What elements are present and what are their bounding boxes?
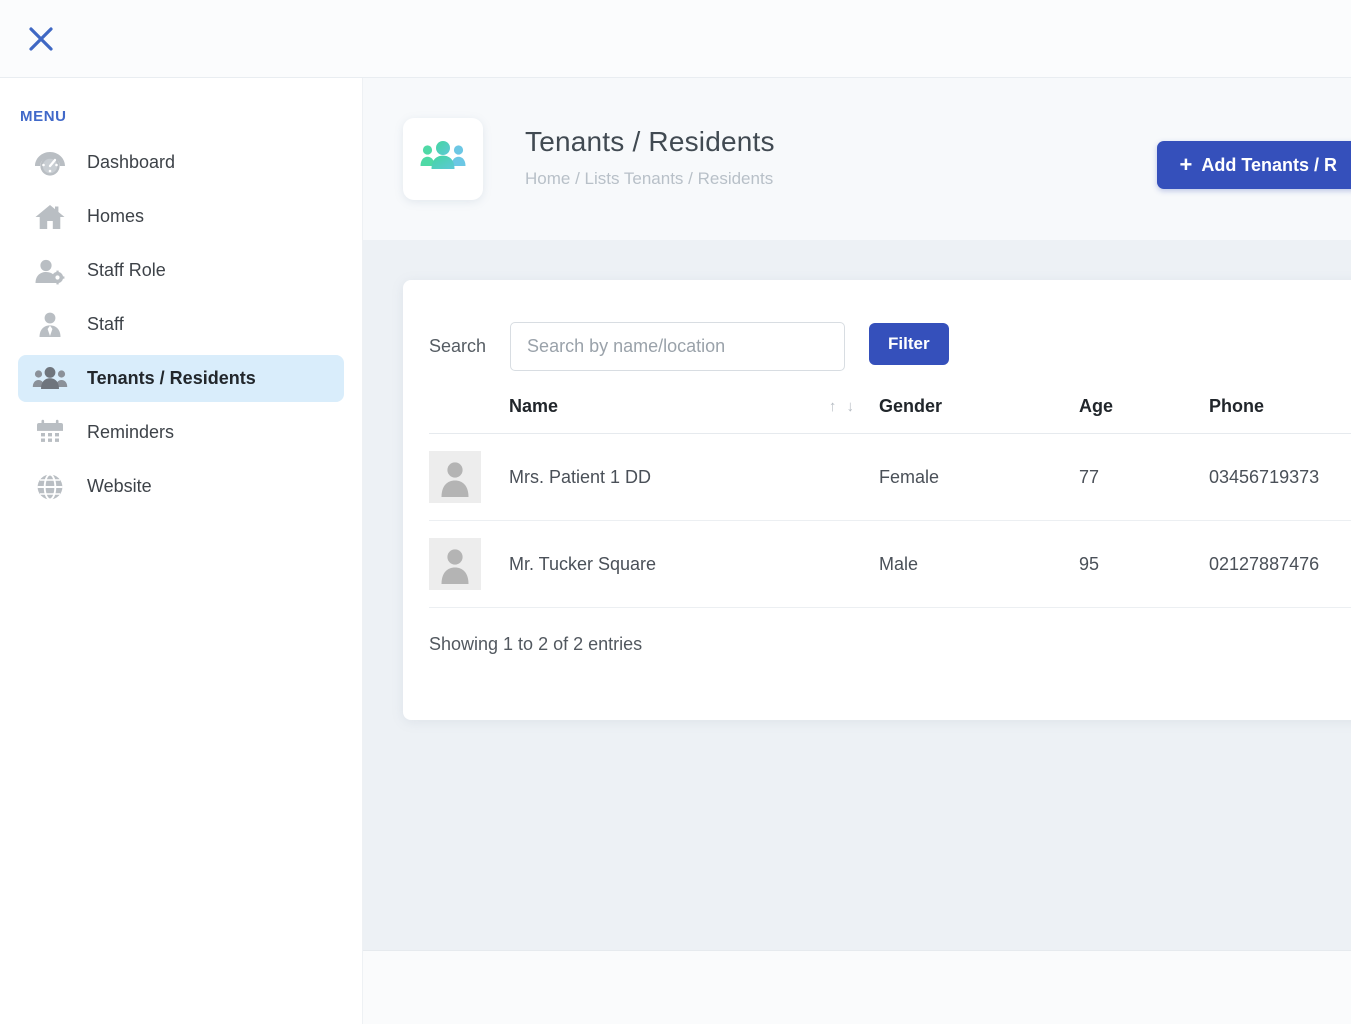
dashboard-icon (30, 146, 70, 180)
users-group-icon (30, 362, 70, 396)
column-header-gender[interactable]: Gender (879, 396, 1079, 434)
column-header-age[interactable]: Age (1079, 396, 1209, 434)
row-phone: 02127887476 (1209, 520, 1351, 608)
sidebar-nav: Dashboard Homes Staff Role Staff Tenants… (0, 139, 362, 510)
globe-icon (30, 470, 70, 504)
column-header-name[interactable]: Name ↑ ↓ (509, 396, 879, 434)
sidebar-item-label: Tenants / Residents (87, 368, 256, 388)
tenants-card: Search Filter Name (403, 280, 1351, 720)
table-row[interactable]: Mrs. Patient 1 DD Female 77 03456719373 (429, 433, 1351, 521)
sidebar-item-tenants-residents[interactable]: Tenants / Residents (18, 355, 344, 402)
sidebar-item-homes[interactable]: Homes (18, 193, 344, 240)
sidebar-item-website[interactable]: Website (18, 463, 344, 510)
content-area: Tenants / Residents Home / Lists Tenants… (363, 78, 1351, 1024)
sidebar-menu-label: MENU (20, 108, 67, 125)
home-icon (30, 200, 70, 234)
app-root: MENU Dashboard Homes Staff Role Staff Te… (0, 0, 1351, 1024)
tenants-table-wrap: Name ↑ ↓ Gender Age Phone Mrs. Patient 1… (429, 396, 1351, 608)
close-button[interactable] (22, 20, 60, 58)
close-icon (26, 24, 56, 54)
table-row[interactable]: Mr. Tucker Square Male 95 02127887476 (429, 520, 1351, 608)
sidebar: MENU Dashboard Homes Staff Role Staff Te… (0, 78, 363, 1024)
users-group-icon (419, 138, 467, 181)
avatar (429, 451, 481, 503)
avatar-placeholder-icon (436, 457, 474, 497)
row-age: 77 (1079, 433, 1209, 521)
row-name: Mrs. Patient 1 DD (509, 433, 879, 521)
row-avatar-cell (429, 520, 509, 608)
row-age: 95 (1079, 520, 1209, 608)
tenants-table: Name ↑ ↓ Gender Age Phone Mrs. Patient 1… (429, 396, 1351, 608)
column-header-name-label: Name (509, 396, 559, 416)
search-input[interactable] (510, 322, 846, 371)
entries-summary: Showing 1 to 2 of 2 entries (429, 634, 643, 654)
sidebar-item-label: Reminders (87, 422, 175, 442)
sort-arrows-icon[interactable]: ↑ ↓ (829, 398, 857, 415)
sidebar-item-reminders[interactable]: Reminders (18, 409, 344, 456)
row-phone: 03456719373 (1209, 433, 1351, 521)
table-body: Mrs. Patient 1 DD Female 77 03456719373 (429, 433, 1351, 608)
add-button-label: Add Tenants / R (1201, 154, 1337, 175)
page-header-text: Tenants / Residents Home / Lists Tenants… (525, 118, 775, 189)
page-footer: C (363, 950, 1351, 1024)
add-tenants-residents-button[interactable]: + Add Tenants / R (1157, 141, 1351, 189)
row-name: Mr. Tucker Square (509, 520, 879, 608)
page-header-icon-tile (403, 118, 483, 200)
row-gender: Female (879, 433, 1079, 521)
avatar (429, 538, 481, 590)
sidebar-item-dashboard[interactable]: Dashboard (18, 139, 344, 186)
user-gear-icon (30, 254, 70, 288)
row-gender: Male (879, 520, 1079, 608)
page-header: Tenants / Residents Home / Lists Tenants… (363, 78, 1351, 240)
filter-button[interactable]: Filter (869, 322, 949, 365)
search-row: Search Filter (403, 308, 1351, 371)
sidebar-item-label: Staff Role (87, 260, 166, 280)
row-avatar-cell (429, 433, 509, 521)
search-label: Search (429, 336, 487, 356)
top-bar (0, 0, 1351, 78)
table-header-row: Name ↑ ↓ Gender Age Phone (429, 396, 1351, 434)
table-head: Name ↑ ↓ Gender Age Phone (429, 396, 1351, 434)
plus-icon: + (1179, 152, 1193, 177)
sidebar-item-label: Dashboard (87, 152, 176, 172)
sidebar-item-label: Staff (87, 314, 124, 334)
column-header-avatar (429, 396, 509, 434)
user-tie-icon (30, 308, 70, 342)
sidebar-item-label: Homes (87, 206, 145, 226)
calendar-icon (30, 416, 70, 450)
breadcrumb: Home / Lists Tenants / Residents (525, 169, 774, 188)
avatar-placeholder-icon (436, 544, 474, 584)
sidebar-item-staff-role[interactable]: Staff Role (18, 247, 344, 294)
page-title: Tenants / Residents (525, 126, 775, 157)
column-header-phone[interactable]: Phone (1209, 396, 1351, 434)
sidebar-item-label: Website (87, 476, 152, 496)
sidebar-item-staff[interactable]: Staff (18, 301, 344, 348)
